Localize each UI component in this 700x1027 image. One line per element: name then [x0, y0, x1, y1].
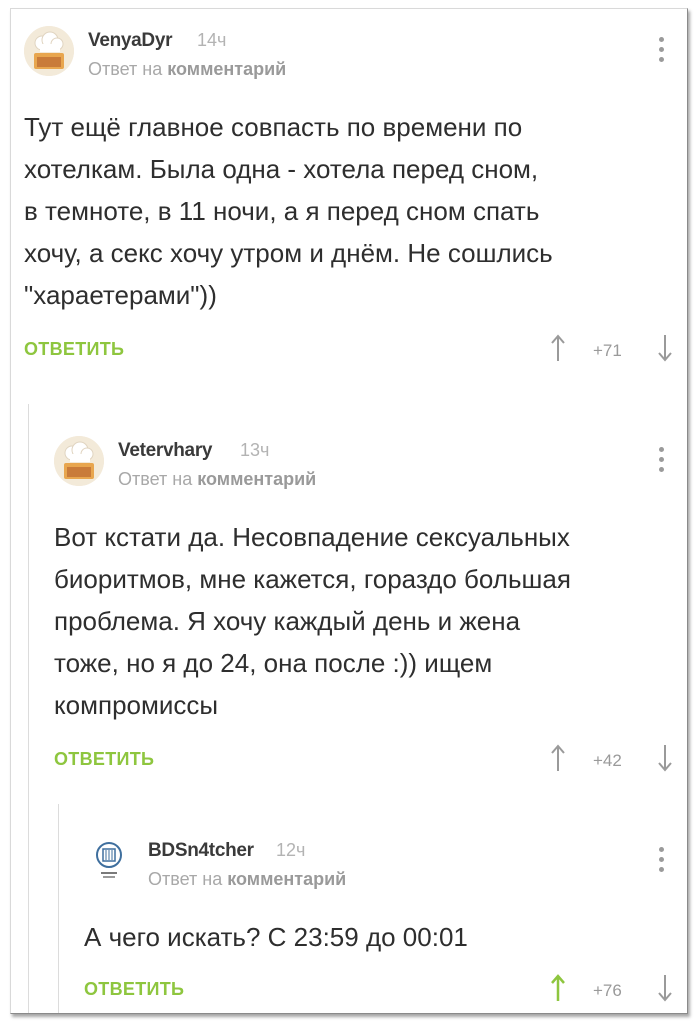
- reply-prefix: Ответ на: [88, 59, 163, 79]
- comment-author[interactable]: Vetervhary: [118, 440, 212, 462]
- comment-text: Тут ещё главное совпасть по времени по х…: [24, 106, 674, 316]
- comment-text-line: А чего искать? С 23:59 до 00:01: [84, 922, 468, 952]
- comment-text-line: тоже, но я до 24, она после :)) ищем: [54, 648, 493, 678]
- comment-3: BDSn4tcher 12ч Ответ на комментарий А че…: [71, 819, 687, 1013]
- comment-text: Вот кстати да. Несовпадение сексуальных …: [54, 516, 674, 726]
- rating-count: +76: [593, 981, 622, 1000]
- reply-button[interactable]: ОТВЕТИТЬ: [84, 979, 184, 1000]
- more-options-icon[interactable]: [658, 37, 666, 65]
- reply-target-link[interactable]: комментарий: [167, 59, 286, 79]
- comments-panel: VenyaDyr 14ч Ответ на комментарий Тут ещ…: [10, 8, 688, 1014]
- comment-author[interactable]: VenyaDyr: [88, 30, 173, 52]
- comment-text-line: компромиссы: [54, 690, 219, 720]
- comment-text-line: хотелкам. Была одна - хотела перед сном,: [24, 154, 539, 184]
- university-emblem-avatar-icon[interactable]: [84, 836, 134, 886]
- chef-hat-avatar-icon[interactable]: [54, 436, 104, 486]
- reply-to-line: Ответ на комментарий: [88, 59, 286, 80]
- comment-text-line: хочу, а секс хочу утром и днём. Не сошли…: [24, 238, 553, 268]
- upvote-arrow-icon-active[interactable]: [551, 974, 565, 1002]
- comment-time: 12ч: [276, 840, 306, 860]
- upvote-arrow-icon[interactable]: [551, 744, 565, 772]
- comment-text-line: "хараетерами")): [24, 280, 217, 310]
- comment-text-line: Тут ещё главное совпасть по времени по: [24, 112, 523, 142]
- more-options-icon[interactable]: [658, 447, 666, 475]
- rating-count: +71: [593, 341, 622, 360]
- rating-count: +42: [593, 751, 622, 770]
- comment-text-line: проблема. Я хочу каждый день и жена: [54, 606, 521, 636]
- reply-button[interactable]: ОТВЕТИТЬ: [24, 339, 124, 360]
- downvote-arrow-icon[interactable]: [658, 974, 672, 1002]
- comment-1: VenyaDyr 14ч Ответ на комментарий Тут ещ…: [11, 9, 687, 399]
- comment-2: Vetervhary 13ч Ответ на комментарий Вот …: [41, 419, 687, 799]
- chef-hat-avatar-icon[interactable]: [24, 26, 74, 76]
- reply-prefix: Ответ на: [118, 469, 193, 489]
- reply-button[interactable]: ОТВЕТИТЬ: [54, 749, 154, 770]
- downvote-arrow-icon[interactable]: [658, 744, 672, 772]
- more-options-icon[interactable]: [658, 847, 666, 875]
- comment-author[interactable]: BDSn4tcher: [148, 840, 254, 862]
- reply-target-link[interactable]: комментарий: [227, 869, 346, 889]
- comment-text-line: Вот кстати да. Несовпадение сексуальных: [54, 522, 570, 552]
- comment-text-line: в темноте, в 11 ночи, а я перед сном спа…: [24, 196, 540, 226]
- reply-target-link[interactable]: комментарий: [197, 469, 316, 489]
- reply-to-line: Ответ на комментарий: [118, 469, 316, 490]
- comment-text: А чего искать? С 23:59 до 00:01: [84, 916, 674, 958]
- upvote-arrow-icon[interactable]: [551, 334, 565, 362]
- comment-time: 14ч: [197, 30, 227, 50]
- comment-text-line: биоритмов, мне кажется, гораздо большая: [54, 564, 571, 594]
- thread-line: [58, 804, 59, 1013]
- comment-time: 13ч: [240, 440, 270, 460]
- reply-to-line: Ответ на комментарий: [148, 869, 346, 890]
- thread-line: [28, 404, 29, 1013]
- downvote-arrow-icon[interactable]: [658, 334, 672, 362]
- reply-prefix: Ответ на: [148, 869, 223, 889]
